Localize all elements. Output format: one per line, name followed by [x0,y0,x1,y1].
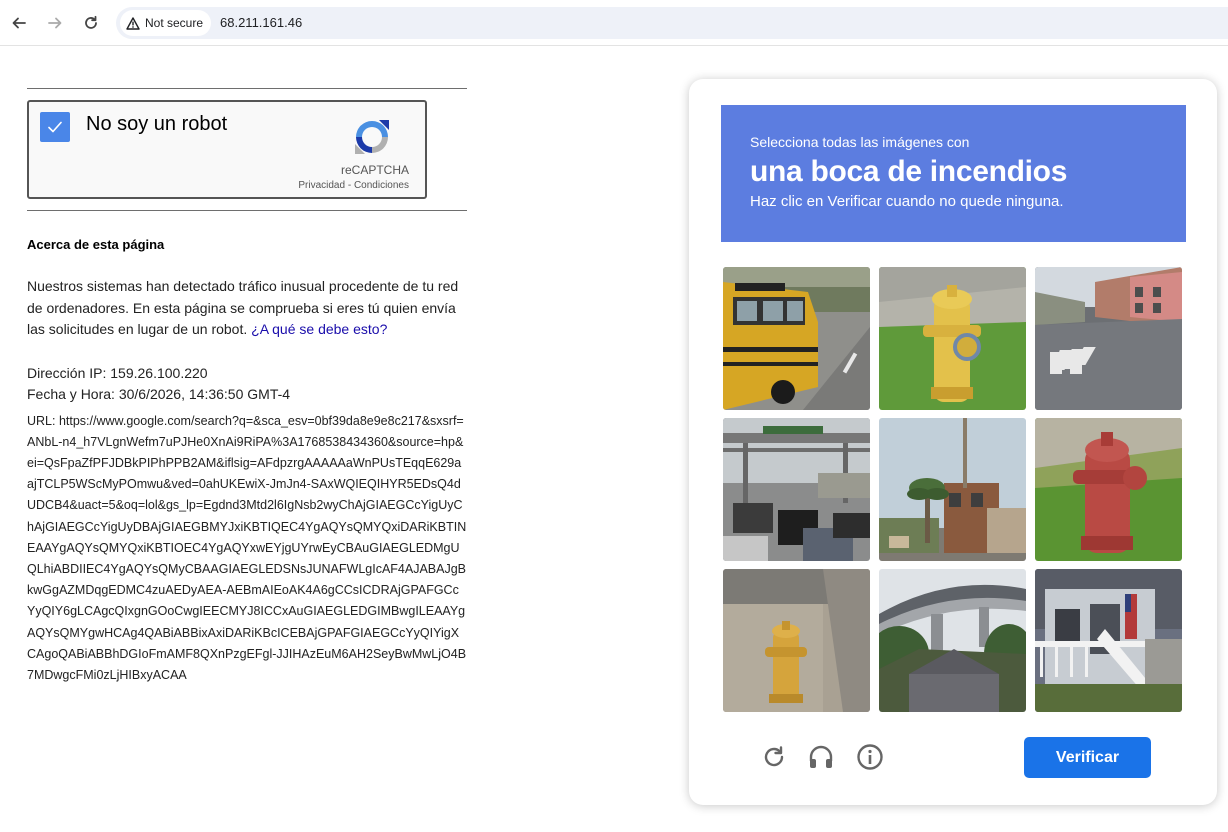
image-tile[interactable] [723,267,870,410]
forward-arrow-icon [48,17,62,29]
image-tile[interactable] [879,267,1026,410]
recaptcha-links: Privacidad - Condiciones [298,180,409,191]
reload-button[interactable] [80,12,102,34]
forward-button[interactable] [44,12,66,34]
recaptcha-logo-icon [355,120,389,154]
url-text[interactable]: 68.211.161.46 [220,15,302,30]
verify-button[interactable]: Verificar [1024,737,1151,778]
security-label: Not secure [145,16,204,30]
explanation-paragraph: Nuestros sistemas han detectado tráfico … [27,276,467,341]
image-tile[interactable] [723,569,870,712]
back-arrow-icon [12,17,26,29]
link-separator: - [345,180,354,191]
ip-address: Dirección IP: 159.26.100.220 [27,364,208,381]
headphones-icon [809,745,833,768]
recaptcha-brand: reCAPTCHA [340,163,409,177]
captcha-challenge-dialog: Selecciona todas las imágenes con una bo… [689,79,1217,805]
robot-checkbox[interactable] [40,112,70,142]
divider [27,210,467,211]
challenge-controls [759,741,899,773]
info-icon [857,744,883,770]
reload-challenge-button[interactable] [759,741,789,773]
ip-info: Dirección IP: 159.26.100.220 Fecha y Hor… [27,363,467,405]
address-bar[interactable]: Not secure 68.211.161.46 [116,7,1228,39]
instruction-hint: Haz clic en Verificar cuando no quede ni… [750,193,1064,210]
privacy-link[interactable]: Privacidad [298,180,345,191]
image-tile[interactable] [879,569,1026,712]
info-button[interactable] [855,741,885,773]
why-link[interactable]: ¿A qué se debe esto? [251,321,387,337]
robot-checkbox-label: No soy un robot [86,113,228,135]
browser-toolbar: Not secure 68.211.161.46 [0,0,1228,46]
image-tile[interactable] [1035,569,1182,712]
back-button[interactable] [8,12,30,34]
image-tile[interactable] [1035,267,1182,410]
challenge-instructions: Selecciona todas las imágenes con una bo… [721,105,1186,242]
image-tile[interactable] [723,418,870,561]
image-tile[interactable] [1035,418,1182,561]
date-time: Fecha y Hora: 30/6/2026, 14:36:50 GMT-4 [27,385,291,402]
checkmark-icon [48,121,62,133]
security-indicator[interactable]: Not secure [120,10,212,36]
audio-challenge-button[interactable] [806,741,836,773]
request-url: URL: https://www.google.com/search?q=&sc… [27,413,467,682]
image-grid [723,267,1183,712]
warning-icon [126,16,140,30]
image-tile[interactable] [879,418,1026,561]
explanation-text: Nuestros sistemas han detectado tráfico … [27,278,459,337]
about-title: Acerca de esta página [27,237,165,252]
instruction-line: Selecciona todas las imágenes con [750,134,970,150]
terms-link[interactable]: Condiciones [354,180,409,191]
reload-icon [85,15,97,29]
divider [27,88,467,89]
page-content: No soy un robot reCAPTCHA Privacidad - C… [27,88,467,686]
recaptcha-widget: No soy un robot reCAPTCHA Privacidad - C… [27,100,427,199]
reload-icon [764,746,784,767]
target-object: una boca de incendios [750,155,1068,188]
